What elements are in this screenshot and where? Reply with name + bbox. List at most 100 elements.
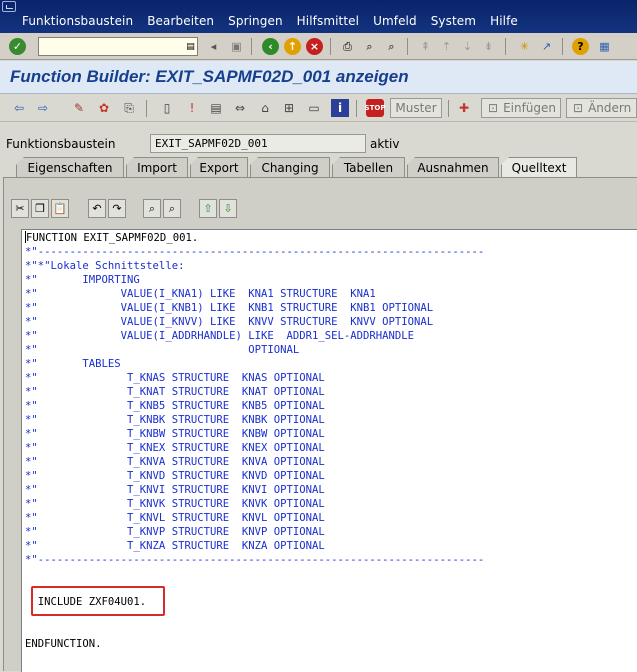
code-line: *"*"Lokale Schnittstelle: — [25, 260, 185, 272]
info-icon[interactable]: i — [331, 99, 349, 117]
tab-quelltext[interactable]: Quelltext — [501, 157, 577, 177]
code-line: *" T_KNBK STRUCTURE KNBK OPTIONAL — [25, 414, 325, 426]
where-used-icon[interactable]: ▯ — [158, 99, 176, 117]
fullscreen-icon[interactable]: ▭ — [305, 99, 323, 117]
cancel-icon[interactable]: × — [306, 38, 323, 55]
find-next-icon[interactable]: ⌕ — [383, 38, 400, 55]
function-module-field[interactable]: EXIT_SAPMF02D_001 — [150, 134, 366, 153]
system-menu-icon[interactable] — [2, 1, 16, 12]
exit-icon[interactable]: ↑ — [284, 38, 301, 55]
code-line: *"--------------------------------------… — [25, 246, 485, 258]
find-icon[interactable]: ⌕ — [361, 38, 378, 55]
print-icon[interactable]: ⎙ — [339, 38, 356, 55]
command-input[interactable] — [39, 38, 197, 55]
back-icon[interactable]: ‹ — [262, 38, 279, 55]
aendern-button[interactable]: ⊡ Ändern — [566, 98, 637, 118]
code-line: *" OPTIONAL — [25, 344, 300, 356]
activate-icon[interactable]: ✿ — [95, 99, 113, 117]
menu-funktionsbaustein[interactable]: Funktionsbaustein — [22, 14, 133, 28]
code-line: *" T_KNB5 STRUCTURE KNB5 OPTIONAL — [25, 400, 325, 412]
code-line: *" T_KNAS STRUCTURE KNAS OPTIONAL — [25, 372, 325, 384]
code-line: *" IMPORTING — [25, 274, 140, 286]
forward-arrow-icon[interactable]: ⇨ — [34, 99, 52, 117]
tab-import[interactable]: Import — [126, 157, 188, 177]
tab-changing[interactable]: Changing — [250, 157, 330, 177]
search-icon[interactable]: ⌕ — [143, 199, 161, 218]
einfuegen-button[interactable]: ⊡ Einfügen — [481, 98, 561, 118]
code-line: *" T_KNZA STRUCTURE KNZA OPTIONAL — [25, 540, 325, 552]
collapse-arrow-icon[interactable]: ◂ — [205, 38, 222, 55]
new-session-icon[interactable]: ✳ — [516, 38, 533, 55]
paste-icon[interactable]: 📋 — [51, 199, 69, 218]
tab-eigenschaften[interactable]: Eigenschaften — [16, 157, 124, 177]
menu-hilfe[interactable]: Hilfe — [490, 14, 518, 28]
menu-umfeld[interactable]: Umfeld — [373, 14, 417, 28]
object-list-icon[interactable]: ⇔ — [231, 99, 249, 117]
command-history-icon[interactable]: ▤ — [182, 39, 199, 56]
search-next-icon[interactable]: ⌕ — [163, 199, 181, 218]
save-disk-icon[interactable]: ▣ — [228, 38, 245, 55]
hierarchy-icon[interactable]: ⌂ — [256, 99, 274, 117]
previous-page-icon[interactable]: ⇡ — [438, 38, 455, 55]
function-module-row: Funktionsbaustein EXIT_SAPMF02D_001 akti… — [0, 134, 637, 154]
source-code-panel: ✂ ❐ 📋 ↶ ↷ ⌕ ⌕ ⇧ ⇩ FUNCTION EXIT_SAPMF02D… — [3, 177, 637, 672]
code-editor[interactable]: FUNCTION EXIT_SAPMF02D_001. *"-----------… — [21, 229, 637, 672]
code-line: *" T_KNVP STRUCTURE KNVP OPTIONAL — [25, 526, 325, 538]
shortcut-icon[interactable]: ↗ — [538, 38, 555, 55]
enter-checkmark-icon[interactable]: ✓ — [9, 38, 26, 55]
download-icon[interactable]: ⇩ — [219, 199, 237, 218]
check-icon[interactable]: ⎘ — [120, 99, 138, 117]
menu-hilfsmittel[interactable]: Hilfsmittel — [297, 14, 359, 28]
navigation-icon[interactable]: ⊞ — [280, 99, 298, 117]
aendern-label: Ändern — [588, 101, 632, 115]
upload-icon[interactable]: ⇧ — [199, 199, 217, 218]
copy-icon[interactable]: ❐ — [31, 199, 49, 218]
stop-icon[interactable]: STOP — [365, 99, 385, 117]
einfuegen-label: Einfügen — [503, 101, 557, 115]
muster-button[interactable]: Muster — [390, 98, 442, 118]
code-line: *" T_KNVA STRUCTURE KNVA OPTIONAL — [25, 456, 325, 468]
cut-icon[interactable]: ✂ — [11, 199, 29, 218]
function-module-label: Funktionsbaustein — [6, 137, 116, 151]
last-page-icon[interactable]: ⇟ — [480, 38, 497, 55]
menu-springen[interactable]: Springen — [228, 14, 283, 28]
command-field[interactable] — [38, 37, 198, 56]
code-line: *" VALUE(I_KNB1) LIKE KNB1 STRUCTURE KNB… — [25, 302, 434, 314]
tab-strip: Eigenschaften Import Export Changing Tab… — [16, 157, 579, 177]
insert-icon[interactable]: ✚ — [455, 99, 473, 117]
back-arrow-icon[interactable]: ⇦ — [10, 99, 28, 117]
code-line: *" T_KNEX STRUCTURE KNEX OPTIONAL — [25, 442, 325, 454]
code-line: *" T_KNBW STRUCTURE KNBW OPTIONAL — [25, 428, 325, 440]
code-line: *" VALUE(I_KNA1) LIKE KNA1 STRUCTURE KNA… — [25, 288, 376, 300]
status-text: aktiv — [370, 137, 400, 151]
code-line: FUNCTION EXIT_SAPMF02D_001. — [25, 231, 199, 244]
undo-icon[interactable]: ↶ — [88, 199, 106, 218]
redo-icon[interactable]: ↷ — [108, 199, 126, 218]
tab-ausnahmen[interactable]: Ausnahmen — [407, 157, 499, 177]
first-page-icon[interactable]: ⇞ — [417, 38, 434, 55]
code-line: ENDFUNCTION. — [25, 638, 102, 650]
code-line: *" T_KNVD STRUCTURE KNVD OPTIONAL — [25, 470, 325, 482]
breakpoint-icon[interactable]: ! — [183, 99, 201, 117]
layout-menu-icon[interactable]: ▦ — [596, 38, 613, 55]
menu-bar: Funktionsbaustein Bearbeiten Springen Hi… — [0, 0, 637, 33]
test-icon[interactable]: ▤ — [207, 99, 225, 117]
code-line: *" TABLES — [25, 358, 121, 370]
einfuegen-icon: ⊡ — [488, 101, 499, 115]
help-icon[interactable]: ? — [572, 38, 589, 55]
code-line: *" T_KNVL STRUCTURE KNVL OPTIONAL — [25, 512, 325, 524]
menu-bearbeiten[interactable]: Bearbeiten — [147, 14, 214, 28]
menu-system[interactable]: System — [431, 14, 476, 28]
tab-tabellen[interactable]: Tabellen — [332, 157, 405, 177]
code-line: *" T_KNVI STRUCTURE KNVI OPTIONAL — [25, 484, 325, 496]
title-bar: Function Builder: EXIT_SAPMF02D_001 anze… — [0, 61, 637, 94]
application-toolbar: ⇦ ⇨ ✎ ✿ ⎘ ▯ ! ▤ ⇔ ⌂ ⊞ ▭ i STOP Muster ✚ … — [0, 94, 637, 122]
tab-export[interactable]: Export — [190, 157, 248, 177]
system-toolbar: ✓ ▤ ◂ ▣ ‹ ↑ × ⎙ ⌕ ⌕ ⇞ ⇡ ⇣ ⇟ ✳ ↗ ? ▦ — [0, 33, 637, 60]
next-page-icon[interactable]: ⇣ — [459, 38, 476, 55]
code-line: *" T_KNVK STRUCTURE KNVK OPTIONAL — [25, 498, 325, 510]
display-change-icon[interactable]: ✎ — [70, 99, 88, 117]
highlight-box — [31, 586, 165, 616]
code-line: *" T_KNAT STRUCTURE KNAT OPTIONAL — [25, 386, 325, 398]
page-title: Function Builder: EXIT_SAPMF02D_001 anze… — [10, 67, 409, 86]
